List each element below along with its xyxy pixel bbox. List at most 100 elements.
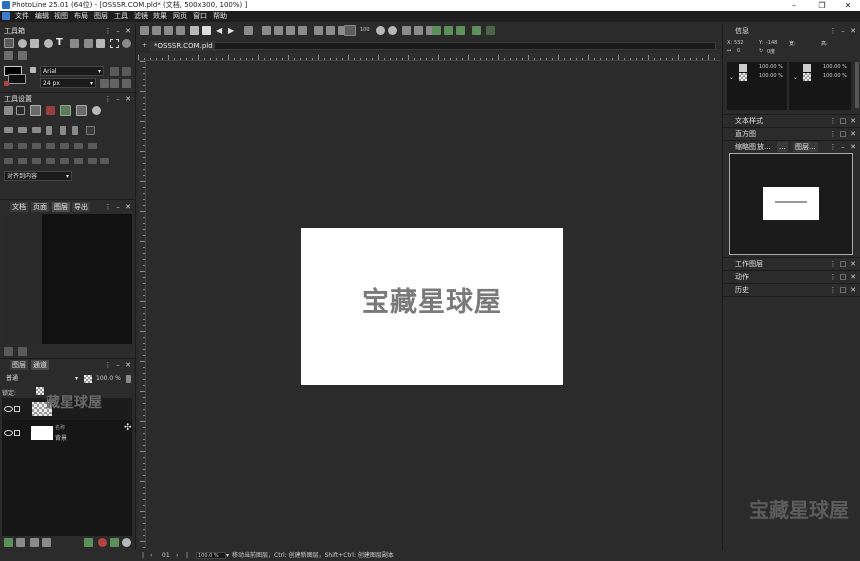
tab-channels[interactable]: 通道	[31, 360, 49, 370]
distribute-bottom-icon[interactable]	[74, 143, 83, 149]
doc-link-icon[interactable]	[18, 347, 27, 356]
histogram-header[interactable]: 直方图 ⋮ □ ✕	[735, 129, 859, 139]
spacing-4-icon[interactable]	[46, 158, 55, 164]
menu-filter[interactable]: 滤镜	[134, 11, 148, 22]
zoom-in-icon[interactable]	[376, 26, 385, 35]
align-right-icon[interactable]	[32, 127, 41, 133]
align-left-icon[interactable]	[4, 127, 13, 133]
doc-preview-area[interactable]	[4, 214, 132, 344]
reset-color-icon[interactable]	[4, 81, 9, 86]
swap-color-icon[interactable]	[30, 67, 36, 73]
opacity-value[interactable]: 100.0 %	[96, 375, 121, 382]
zoom-field[interactable]: 100.0 %	[196, 552, 226, 559]
rotate-icon[interactable]	[314, 26, 323, 35]
tab-pages[interactable]: 页面	[31, 202, 49, 212]
clone-tool-icon[interactable]	[4, 51, 13, 60]
guides-icon[interactable]	[414, 26, 423, 35]
doc-new-icon[interactable]	[4, 347, 13, 356]
thumbnail-close-icon[interactable]: ✕	[849, 142, 857, 152]
actions-menu-icon[interactable]: ⋮	[829, 272, 837, 282]
doc-panel-menu-icon[interactable]: ⋮	[104, 202, 112, 212]
menu-file[interactable]: 文件	[15, 11, 29, 22]
transform-icon[interactable]	[326, 26, 335, 35]
histogram-menu-icon[interactable]: ⋮	[829, 129, 837, 139]
layer-effects-icon[interactable]	[84, 538, 93, 547]
spacing-1-icon[interactable]	[4, 158, 13, 164]
lock-transparency-icon[interactable]	[36, 387, 44, 395]
tool-settings-close-icon[interactable]: ✕	[124, 94, 132, 104]
pointer-mode-icon[interactable]	[4, 106, 13, 115]
next-page-icon[interactable]: ›	[176, 550, 178, 561]
work-layers-menu-icon[interactable]: ⋮	[829, 259, 837, 269]
layer-settings-icon[interactable]	[122, 538, 131, 547]
tab-zoom[interactable]: 放...	[755, 142, 773, 152]
chevron-down-icon[interactable]: ⌄	[793, 74, 798, 81]
last-page-icon[interactable]: |	[186, 550, 188, 561]
history-header[interactable]: 历史 ⋮ □ ✕	[735, 285, 859, 295]
layer-row-text[interactable]: 藏星球屋	[2, 395, 132, 420]
canvas-text-layer[interactable]: 宝藏星球屋	[301, 228, 563, 385]
open-icon[interactable]	[152, 26, 161, 35]
layer-row-background[interactable]: 名称 背景 ✣	[2, 422, 132, 444]
align-top-icon[interactable]	[46, 126, 52, 135]
export-icon[interactable]	[190, 26, 199, 35]
lasso-icon[interactable]	[244, 26, 253, 35]
menu-tools[interactable]: 工具	[114, 11, 128, 22]
tab-layer-thumb[interactable]: 图层...	[793, 142, 818, 152]
layer-effect-icon[interactable]	[472, 26, 481, 35]
chevron-down-icon[interactable]: ⌄	[729, 74, 734, 81]
document-tab[interactable]: *OSSSR.COM.pld	[150, 41, 217, 51]
align-to-select[interactable]: 对齐到内容 ▾	[4, 171, 72, 181]
layer-select-checkbox[interactable]	[14, 406, 20, 412]
stamp-tool-icon[interactable]	[30, 39, 39, 48]
distribute-left-icon[interactable]	[4, 143, 13, 149]
history-close-icon[interactable]: ✕	[849, 285, 857, 295]
distribute-center-icon[interactable]	[18, 143, 27, 149]
mask-icon[interactable]	[486, 26, 495, 35]
zoom-dropdown-icon[interactable]: ▾	[226, 550, 229, 561]
tool-settings-menu-icon[interactable]: ⋮	[104, 94, 112, 104]
spacing-8-icon[interactable]	[100, 158, 109, 164]
shape-tool-icon[interactable]	[18, 51, 27, 60]
color-adjust-icon[interactable]	[432, 26, 441, 35]
text-tool-icon[interactable]: T	[56, 37, 63, 48]
menu-view[interactable]: 视图	[54, 11, 68, 22]
history-maximize-icon[interactable]: □	[839, 285, 847, 295]
crop-tool-icon[interactable]	[84, 39, 93, 48]
blend-mode-select[interactable]: 普通 ▾	[4, 374, 80, 384]
grid-snap-icon[interactable]	[60, 105, 71, 116]
work-layers-close-icon[interactable]: ✕	[849, 259, 857, 269]
font-family-select[interactable]: Arial ▾	[40, 66, 104, 76]
zoom-percent-icon[interactable]: 100	[360, 27, 370, 33]
italic-icon[interactable]	[122, 67, 131, 76]
arrow-mode-icon[interactable]	[76, 105, 87, 116]
settings-gear-icon[interactable]	[92, 106, 101, 115]
thumbnail-menu-icon[interactable]: ⋮	[829, 142, 837, 152]
save-icon[interactable]	[164, 26, 173, 35]
tab-layers[interactable]: 图层	[10, 360, 28, 370]
bounding-box-icon[interactable]	[16, 106, 25, 115]
distribute-top-icon[interactable]	[46, 143, 55, 149]
align-options-dropdown[interactable]	[86, 126, 95, 135]
navigator-preview[interactable]	[729, 153, 853, 255]
forward-icon[interactable]: ▶	[228, 26, 234, 35]
layers-menu-icon[interactable]: ⋮	[104, 360, 112, 370]
tool-settings-minimize-icon[interactable]: –	[114, 94, 122, 104]
document-canvas[interactable]: 宝藏星球屋	[301, 228, 563, 385]
doc-panel-minimize-icon[interactable]: –	[114, 202, 122, 212]
text-style-menu-icon[interactable]: ⋮	[829, 116, 837, 126]
info-menu-icon[interactable]: ⋮	[829, 26, 837, 36]
tab-more[interactable]: ...	[777, 142, 788, 152]
text-style-header[interactable]: 文本样式 ⋮ □ ✕	[735, 116, 859, 126]
monitor-icon[interactable]	[202, 26, 211, 35]
work-layers-header[interactable]: 工作图层 ⋮ □ ✕	[735, 259, 859, 269]
layer-mask-icon[interactable]	[42, 538, 51, 547]
info-scrollbar[interactable]	[855, 62, 859, 108]
actions-maximize-icon[interactable]: □	[839, 272, 847, 282]
brush-tool-icon[interactable]	[344, 25, 356, 36]
cut-icon[interactable]	[262, 26, 271, 35]
tab-menu-icon[interactable]: +	[142, 42, 147, 49]
distribute-right-icon[interactable]	[32, 143, 41, 149]
prev-page-icon[interactable]: ‹	[150, 550, 152, 561]
doc-panel-close-icon[interactable]: ✕	[124, 202, 132, 212]
